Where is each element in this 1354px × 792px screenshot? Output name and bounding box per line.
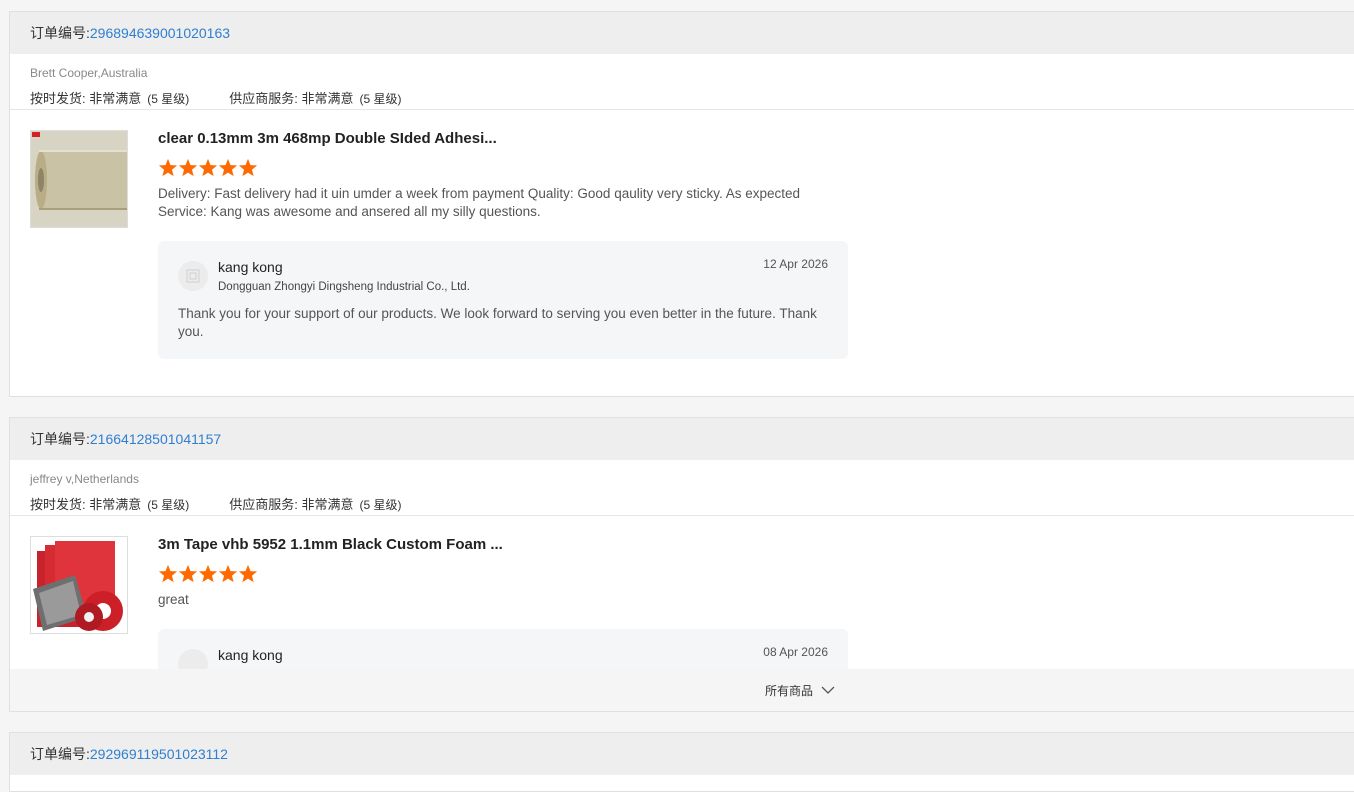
product-review: clear 0.13mm 3m 468mp Double SIded Adhes… — [10, 110, 1354, 359]
avatar — [178, 261, 208, 291]
rating-level: (5 星级) — [359, 92, 402, 106]
reply-date: 12 Apr 2026 — [763, 257, 828, 271]
buyer-name: Brett Cooper,Australia — [30, 66, 148, 80]
rating-label: 按时发货: 非常满意 — [30, 91, 142, 106]
product-title[interactable]: clear 0.13mm 3m 468mp Double SIded Adhes… — [158, 130, 1334, 148]
supplier-reply: kang kong Dongguan Zhongyi Dingsheng Ind… — [158, 241, 848, 359]
reply-text: Thank you for your support of our produc… — [178, 306, 817, 339]
order-header: 订单编号: 296894639001020163 — [10, 12, 1354, 54]
star-icon — [158, 158, 178, 177]
buyer-info: jeffrey v,Netherlands 按时发货: 非常满意 (5 星级) 供… — [10, 460, 1354, 516]
ratings-row: 按时发货: 非常满意 (5 星级) 供应商服务: 非常满意 (5 星级) — [30, 494, 1334, 513]
all-products-label: 所有商品 — [765, 683, 814, 698]
rating-level: (5 星级) — [147, 92, 190, 106]
product-thumbnail[interactable] — [30, 536, 128, 634]
order-number-link[interactable]: 21664128501041157 — [90, 431, 221, 447]
all-products-toggle[interactable]: 所有商品 — [10, 669, 1354, 711]
order-card: 订单编号: 21664128501041157 jeffrey v,Netherl… — [9, 417, 1354, 712]
rating-ontime: 按时发货: 非常满意 (5 星级) — [30, 88, 189, 107]
rating-service: 供应商服务: 非常满意 (5 星级) — [229, 88, 401, 107]
product-thumbnail[interactable] — [30, 130, 128, 228]
rating-label: 供应商服务: 非常满意 — [229, 497, 354, 512]
order-header: 订单编号: 21664128501041157 — [10, 418, 1354, 460]
rating-label: 按时发货: 非常满意 — [30, 497, 142, 512]
ratings-row: 按时发货: 非常满意 (5 星级) 供应商服务: 非常满意 (5 星级) — [30, 88, 1334, 107]
star-icon — [238, 158, 258, 177]
star-icon — [238, 564, 258, 583]
rating-ontime: 按时发货: 非常满意 (5 星级) — [30, 494, 189, 513]
order-number-label: 订单编号: — [30, 25, 90, 41]
rating-level: (5 星级) — [359, 498, 402, 512]
reply-author: kang kong — [218, 647, 283, 663]
chevron-down-icon — [821, 686, 835, 694]
rating-level: (5 星级) — [147, 498, 190, 512]
buyer-info: Brett Cooper,Australia 按时发货: 非常满意 (5 星级) … — [10, 54, 1354, 110]
product-content: 3m Tape vhb 5952 1.1mm Black Custom Foam… — [158, 536, 1334, 681]
buyer-name: jeffrey v,Netherlands — [30, 472, 139, 486]
order-number-link[interactable]: 296894639001020163 — [90, 25, 230, 41]
review-text: Delivery: Fast delivery had it uin umder… — [158, 186, 801, 219]
star-icon — [218, 158, 238, 177]
order-card: 订单编号: 292969119501023112 — [9, 732, 1354, 792]
star-icon — [218, 564, 238, 583]
star-icon — [198, 564, 218, 583]
star-rating — [158, 158, 1334, 177]
review-text: great — [158, 592, 189, 607]
reply-date: 08 Apr 2026 — [763, 645, 828, 659]
product-review: 3m Tape vhb 5952 1.1mm Black Custom Foam… — [10, 516, 1354, 681]
star-icon — [178, 158, 198, 177]
reply-author: kang kong — [218, 259, 283, 275]
order-number-label: 订单编号: — [30, 746, 90, 762]
order-card: 订单编号: 296894639001020163 Brett Cooper,Aus… — [9, 11, 1354, 397]
star-icon — [198, 158, 218, 177]
company-logo-icon — [186, 269, 200, 283]
star-rating — [158, 564, 1334, 583]
order-number-label: 订单编号: — [30, 431, 90, 447]
product-title[interactable]: 3m Tape vhb 5952 1.1mm Black Custom Foam… — [158, 536, 1334, 554]
rating-label: 供应商服务: 非常满意 — [229, 91, 354, 106]
reply-company: Dongguan Zhongyi Dingsheng Industrial Co… — [218, 281, 470, 293]
order-header: 订单编号: 292969119501023112 — [10, 733, 1354, 775]
product-content: clear 0.13mm 3m 468mp Double SIded Adhes… — [158, 130, 1334, 359]
rating-service: 供应商服务: 非常满意 (5 星级) — [229, 494, 401, 513]
order-number-link[interactable]: 292969119501023112 — [90, 746, 228, 762]
star-icon — [158, 564, 178, 583]
star-icon — [178, 564, 198, 583]
